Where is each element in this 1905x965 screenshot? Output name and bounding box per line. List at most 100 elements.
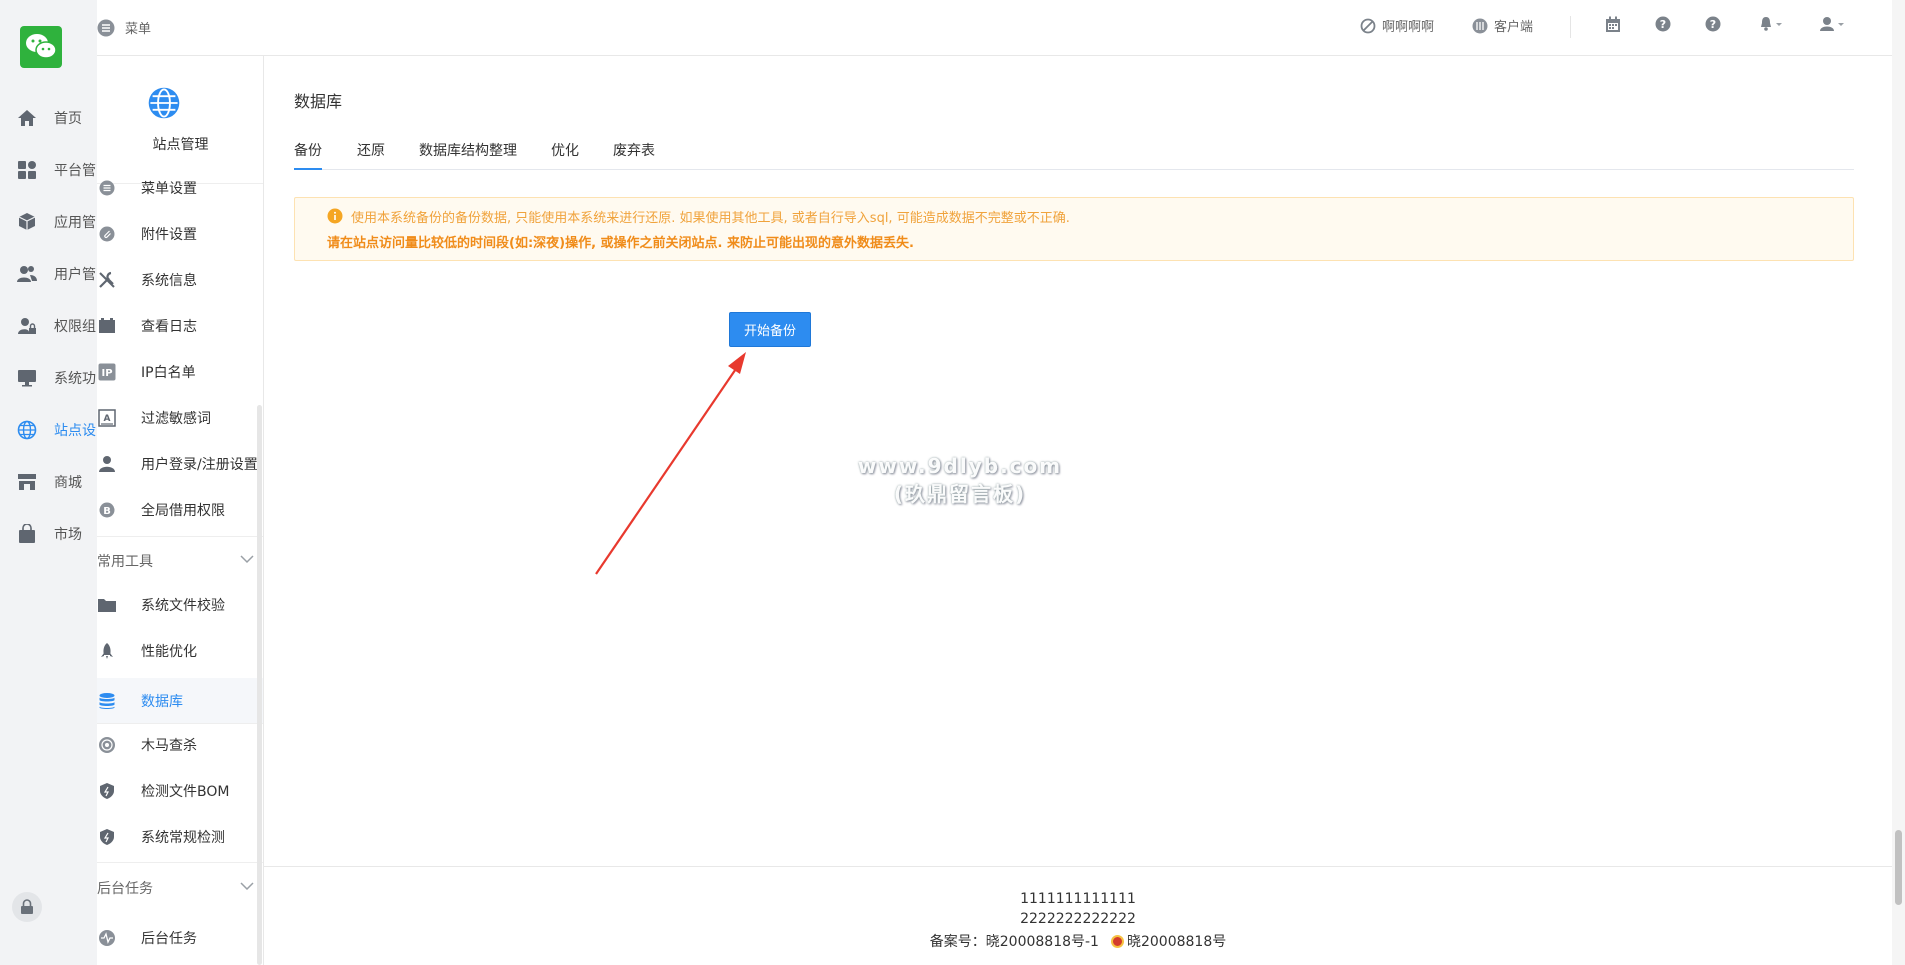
borrow-icon: B xyxy=(97,500,117,520)
menu-toggle[interactable]: 菜单 xyxy=(97,18,151,37)
sidebar-item-file-check[interactable]: 系统文件校验 xyxy=(97,585,263,625)
divider xyxy=(97,536,263,537)
user-icon xyxy=(1820,17,1844,31)
rail-item-label: 权限组 xyxy=(54,319,96,335)
rail-item-label: 平台管 xyxy=(54,163,96,179)
sidebar-item-bom-check[interactable]: 检测文件BOM xyxy=(97,771,263,811)
sidebar-item-label: 性能优化 xyxy=(141,644,197,660)
rocket-icon xyxy=(97,641,117,661)
grid-icon xyxy=(16,159,38,181)
icp-record-link[interactable]: 备案号：晓20008818号-1 xyxy=(930,934,1099,950)
page-scrollbar[interactable] xyxy=(1892,0,1905,965)
sidebar-scrollbar[interactable] xyxy=(257,405,262,965)
header-link-client[interactable]: 客户端 xyxy=(1472,16,1533,35)
question-icon: ? xyxy=(1655,16,1671,32)
user-menu-button[interactable] xyxy=(1819,16,1845,32)
sidebar-item-label: IP白名单 xyxy=(141,365,196,381)
sidebar-item-label: 用户登录/注册设置 xyxy=(141,457,258,473)
calendar-button[interactable] xyxy=(1605,16,1621,33)
group-background-tasks[interactable]: 后台任务 xyxy=(97,871,263,905)
log-icon xyxy=(97,316,117,336)
sidebar-item-trojan-scan[interactable]: 木马查杀 xyxy=(97,725,263,765)
scrollbar-thumb[interactable] xyxy=(1895,830,1902,905)
tab-restore[interactable]: 还原 xyxy=(357,130,385,170)
rail-item-apps[interactable]: 应用管 xyxy=(0,207,97,237)
sidebar-item-label: 检测文件BOM xyxy=(141,784,230,800)
warning-alert: 使用本系统备份的备份数据, 只能使用本系统来进行还原. 如果使用其他工具, 或者… xyxy=(294,197,1854,261)
footer-record-line: 备案号：晓20008818号-1 晓20008818号 xyxy=(264,931,1892,951)
sidebar-item-background-task[interactable]: 后台任务 xyxy=(97,918,263,958)
target-icon xyxy=(97,735,117,755)
menu-label: 菜单 xyxy=(125,22,152,37)
sidebar-item-database[interactable]: 数据库 xyxy=(97,678,263,723)
rail-item-label: 系统功 xyxy=(54,371,96,387)
tab-deprecated-tables[interactable]: 废弃表 xyxy=(613,130,655,170)
sidebar-item-label: 过滤敏感词 xyxy=(141,411,211,427)
watermark-name: (玖鼎留言板) xyxy=(893,482,1027,506)
users-icon xyxy=(16,263,38,285)
start-backup-button[interactable]: 开始备份 xyxy=(729,312,811,347)
sidebar-item-ip-whitelist[interactable]: IP IP白名单 xyxy=(97,352,263,392)
tab-backup[interactable]: 备份 xyxy=(294,130,322,170)
notifications-button[interactable] xyxy=(1759,16,1783,32)
help-button[interactable]: ? xyxy=(1655,16,1671,32)
divider xyxy=(97,862,263,863)
list-icon xyxy=(97,178,117,198)
header-link-user-site[interactable]: 啊啊啊啊 xyxy=(1360,16,1434,35)
sidebar-item-logs[interactable]: 查看日志 xyxy=(97,306,263,346)
sidebar-item-system-info[interactable]: 系统信息 xyxy=(97,260,263,300)
user-icon xyxy=(97,454,117,474)
store-icon xyxy=(16,471,38,493)
rail-item-users[interactable]: 用户管 xyxy=(0,259,97,289)
ip-icon: IP xyxy=(97,362,117,382)
lock-icon[interactable] xyxy=(12,892,42,922)
monitor-icon xyxy=(16,367,38,389)
rail-item-market[interactable]: 市场 xyxy=(0,519,97,549)
ban-icon xyxy=(1360,18,1376,33)
sidebar-item-label: 全局借用权限 xyxy=(141,503,225,519)
rail-item-system[interactable]: 系统功 xyxy=(0,363,97,393)
footer: 1111111111111 2222222222222 备案号：晓2000881… xyxy=(264,866,1892,965)
rail-item-label: 商城 xyxy=(54,475,82,491)
svg-text:?: ? xyxy=(1660,18,1666,31)
database-icon xyxy=(97,691,117,711)
rail-item-home[interactable]: 首页 xyxy=(0,103,97,133)
footer-line-2: 2222222222222 xyxy=(1020,911,1136,927)
sidebar-item-login-register[interactable]: 用户登录/注册设置 xyxy=(97,444,263,484)
sidebar-item-attachment[interactable]: 附件设置 xyxy=(97,214,263,254)
sidebar-item-sensitive-words[interactable]: A 过滤敏感词 xyxy=(97,398,263,438)
sidebar-item-label: 后台任务 xyxy=(141,931,197,947)
group-common-tools[interactable]: 常用工具 xyxy=(97,544,263,578)
shield-icon xyxy=(97,781,117,801)
globe-icon xyxy=(16,419,38,441)
sidebar-item-performance[interactable]: 性能优化 xyxy=(97,631,263,671)
sidebar-item-label: 系统常规检测 xyxy=(141,830,225,846)
watermark-url: www.9dlyb.com xyxy=(857,454,1063,478)
tab-structure[interactable]: 数据库结构整理 xyxy=(419,130,517,170)
rail-item-permissions[interactable]: 权限组 xyxy=(0,311,97,341)
sidebar-item-routine-check[interactable]: 系统常规检测 xyxy=(97,817,263,857)
rail-item-label: 首页 xyxy=(54,111,82,127)
police-record-link[interactable]: 晓20008818号 xyxy=(1127,934,1226,950)
sidebar-item-label: 系统信息 xyxy=(141,273,197,289)
sidebar-item-menu-settings[interactable]: 菜单设置 xyxy=(97,168,263,208)
filter-text-icon: A xyxy=(97,408,117,428)
sidebar-item-label: 查看日志 xyxy=(141,319,197,335)
rail-item-platform[interactable]: 平台管 xyxy=(0,155,97,185)
sidebar-item-global-borrow[interactable]: B 全局借用权限 xyxy=(97,490,263,530)
tab-optimize[interactable]: 优化 xyxy=(551,130,579,170)
alert-line-1: 使用本系统备份的备份数据, 只能使用本系统来进行还原. 如果使用其他工具, 或者… xyxy=(351,211,1070,226)
help-button-2[interactable]: ? xyxy=(1705,16,1721,32)
wechat-logo[interactable] xyxy=(20,26,62,68)
bell-icon xyxy=(1761,17,1782,31)
rail-item-site[interactable]: 站点设 xyxy=(0,415,97,445)
menu-list-icon xyxy=(97,19,115,36)
watermark: www.9dlyb.com (玖鼎留言板) xyxy=(855,452,1065,508)
tools-icon xyxy=(97,270,117,290)
question-icon: ? xyxy=(1705,16,1721,32)
sidebar-item-label: 木马查杀 xyxy=(141,738,197,754)
page-title: 数据库 xyxy=(294,92,343,111)
paperclip-icon xyxy=(97,224,117,244)
rail-item-store[interactable]: 商城 xyxy=(0,467,97,497)
sidebar-item-label: 系统文件校验 xyxy=(141,598,225,614)
